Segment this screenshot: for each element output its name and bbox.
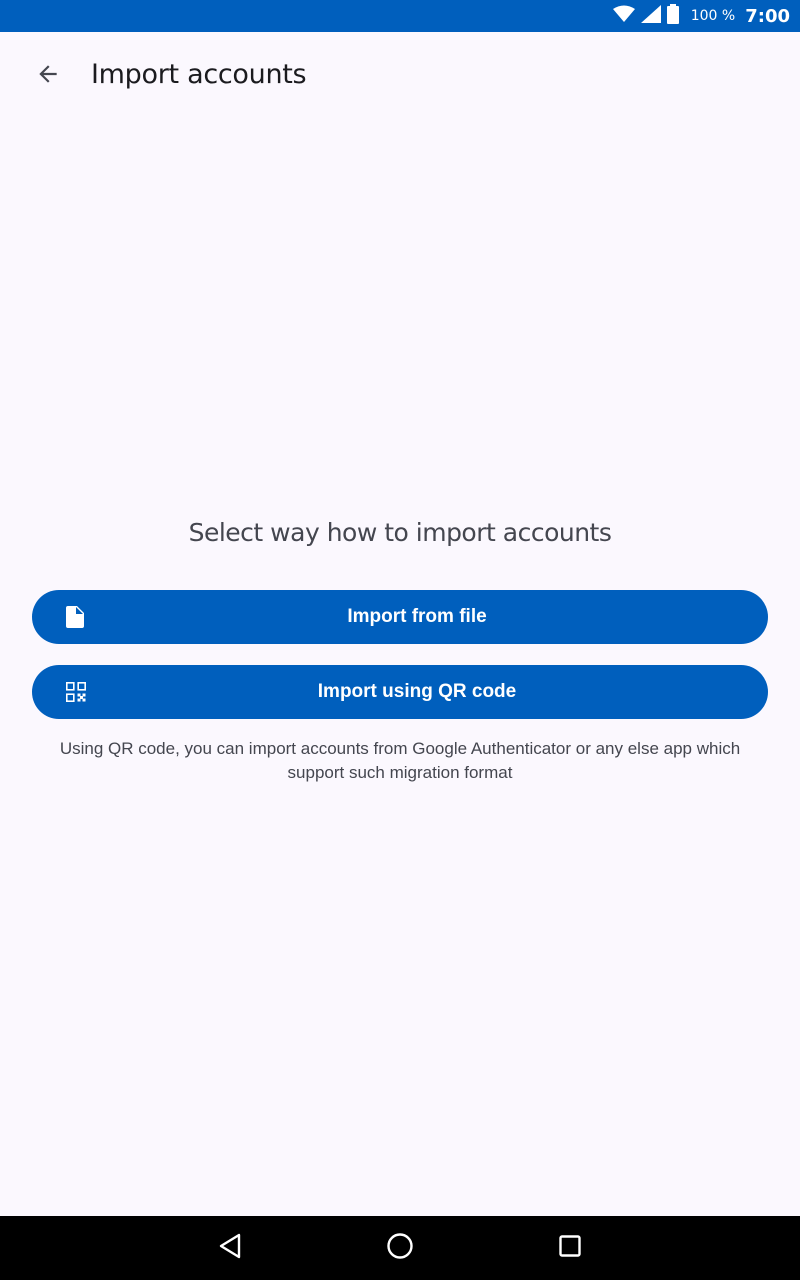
import-qr-code-label: Import using QR code (317, 681, 517, 702)
home-circle-icon (386, 1232, 414, 1265)
battery-percent: 100 % (690, 8, 736, 24)
recents-square-icon (558, 1234, 582, 1263)
nav-back-button[interactable] (210, 1228, 250, 1268)
import-from-file-button[interactable]: Import from file (32, 590, 768, 644)
nav-home-button[interactable] (380, 1228, 420, 1268)
cell-signal-icon (640, 4, 661, 28)
clock: 7:00 (745, 5, 790, 27)
arrow-back-icon (35, 61, 61, 92)
nav-recents-button[interactable] (550, 1228, 590, 1268)
back-button[interactable] (24, 52, 72, 100)
back-triangle-icon (218, 1233, 242, 1264)
status-bar: 100 % 7:00 (0, 0, 800, 32)
qr-import-hint: Using QR code, you can import accounts f… (59, 739, 741, 782)
wifi-icon (612, 5, 635, 28)
status-icons: 100 % 7:00 (612, 0, 790, 32)
import-qr-code-button[interactable]: Import using QR code (32, 665, 768, 719)
system-nav-bar (0, 1216, 800, 1280)
import-prompt: Select way how to import accounts (188, 518, 612, 547)
import-from-file-label: Import from file (347, 606, 487, 627)
app-bar: Import accounts (0, 32, 800, 120)
battery-icon (666, 3, 679, 29)
page-title: Import accounts (91, 59, 307, 90)
